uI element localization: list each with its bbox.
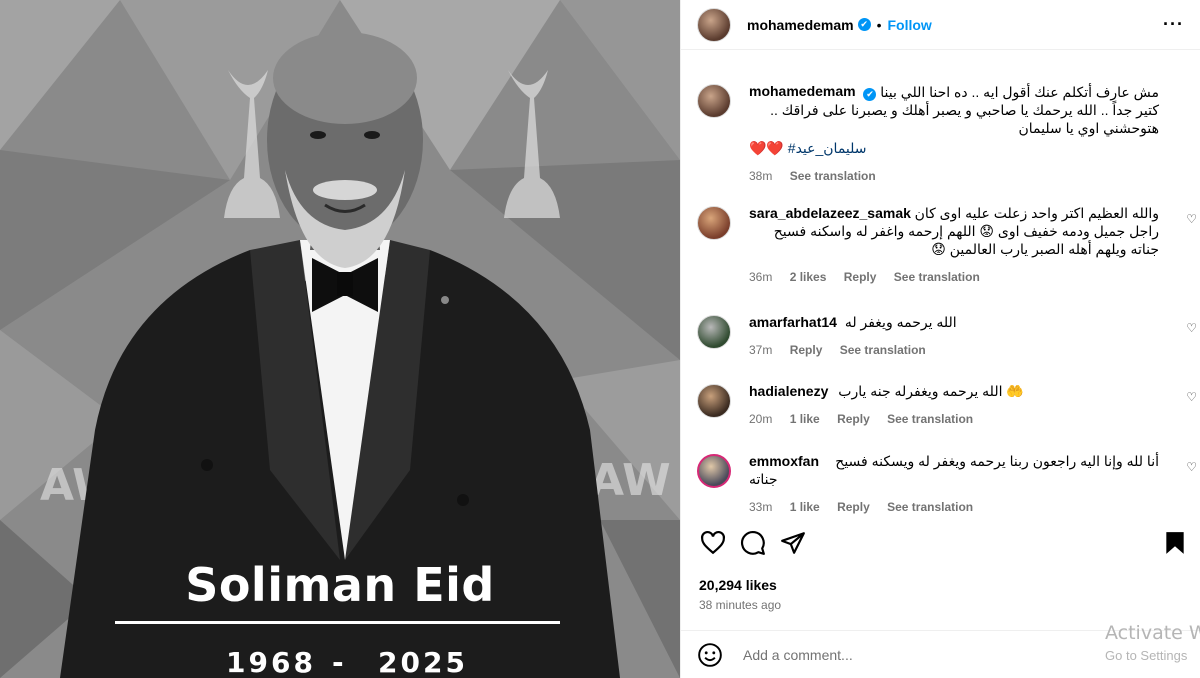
author-username[interactable]: mohamedemam xyxy=(747,17,854,33)
verified-badge-icon: ✔ xyxy=(857,18,871,31)
caption-line: كتير جداً .. الله يرحمك يا صاحبي و يصبر … xyxy=(770,102,1159,118)
like-comment-heart-icon[interactable]: ♡ xyxy=(1186,390,1197,404)
comment-item: amarfarhat14 الله يرحمه ويغفر له 37m Rep… xyxy=(697,313,1197,359)
commenter-avatar[interactable] xyxy=(697,384,731,418)
more-options-icon[interactable]: ··· xyxy=(1163,14,1184,35)
follow-button[interactable]: Follow xyxy=(888,17,932,33)
comment-meta: 36m 2 likes Reply See translation xyxy=(749,268,1159,286)
post-side-panel: mohamedemam ✔ • Follow ··· mohamedemam ✔… xyxy=(680,0,1200,678)
comment-time[interactable]: 36m xyxy=(749,270,772,284)
comment-time[interactable]: 37m xyxy=(749,343,772,357)
red-hearts: ❤️❤️ xyxy=(749,140,784,156)
see-translation-link[interactable]: See translation xyxy=(887,412,973,426)
see-translation-link[interactable]: See translation xyxy=(894,270,980,284)
activate-windows-subtext: Go to Settings xyxy=(1105,648,1188,663)
emoji-icon[interactable] xyxy=(697,642,723,668)
post-photo[interactable]: AW AW Soliman Eid 1968 - 2025 xyxy=(0,0,680,678)
commenter-avatar[interactable] xyxy=(697,206,731,240)
see-translation-link[interactable]: See translation xyxy=(790,169,876,183)
activate-windows-watermark: Activate W xyxy=(1105,622,1200,644)
commenter-avatar[interactable] xyxy=(697,315,731,349)
heart-icon[interactable] xyxy=(700,530,726,556)
memorial-name: Soliman Eid xyxy=(185,558,495,612)
memorial-divider xyxy=(115,621,560,624)
comment-line: جناته ويلهم أهله الصبر يارب العالمين 😟 xyxy=(931,241,1159,257)
commenter-username[interactable]: sara_abdelazeez_samak xyxy=(749,205,911,221)
comment-line: راجل جميل ودمه خفيف اوى 😟 اللهم إرحمه وا… xyxy=(773,223,1159,239)
comments-list[interactable]: mohamedemam ✔ مش عارف أتكلم عنك أقول ايه… xyxy=(681,50,1200,520)
comment-time[interactable]: 33m xyxy=(749,500,772,514)
birth-year: 1968 xyxy=(226,646,316,678)
verified-badge-icon: ✔ xyxy=(863,88,877,101)
comment-time[interactable]: 20m xyxy=(749,412,772,426)
add-comment-input[interactable]: Add a comment... xyxy=(743,647,853,663)
years-dash: - xyxy=(332,646,347,678)
comment-meta: 37m Reply See translation xyxy=(749,341,1159,359)
reply-button[interactable]: Reply xyxy=(844,270,877,284)
comment-meta: 20m 1 like Reply See translation xyxy=(749,410,1159,428)
reply-button[interactable]: Reply xyxy=(837,412,870,426)
see-translation-link[interactable]: See translation xyxy=(840,343,926,357)
commenter-avatar[interactable] xyxy=(697,454,731,488)
comment-line: جناته xyxy=(749,471,778,487)
comment-item: sara_abdelazeez_samak والله العظيم اكتر … xyxy=(697,204,1197,286)
caption: mohamedemam ✔ مش عارف أتكلم عنك أقول ايه… xyxy=(697,82,1197,185)
commenter-username[interactable]: emmoxfan xyxy=(749,453,819,469)
comment-text: الله يرحمه ويغفر له xyxy=(844,314,957,330)
caption-username[interactable]: mohamedemam xyxy=(749,83,856,99)
hashtag-link[interactable]: #سليمان_عيد xyxy=(788,140,867,156)
comment-meta: 33m 1 like Reply See translation xyxy=(749,498,1159,516)
comment-likes[interactable]: 2 likes xyxy=(790,270,827,284)
comment-likes[interactable]: 1 like xyxy=(790,500,820,514)
reply-button[interactable]: Reply xyxy=(837,500,870,514)
memorial-years: 1968 - 2025 xyxy=(0,644,680,678)
post-actions xyxy=(697,530,1187,560)
author-avatar[interactable] xyxy=(697,7,731,42)
comment-item: emmoxfan أنا لله وإنا اليه راجعون ربنا ي… xyxy=(697,452,1197,516)
like-comment-heart-icon[interactable]: ♡ xyxy=(1186,460,1197,474)
comment-item: hadialenezy 🤲 الله يرحمه ويغفرله جنه يار… xyxy=(697,382,1197,428)
post-header: mohamedemam ✔ • Follow ··· xyxy=(681,0,1200,50)
like-comment-heart-icon[interactable]: ♡ xyxy=(1186,212,1197,226)
svg-text:AW: AW xyxy=(590,455,671,506)
commenter-username[interactable]: amarfarhat14 xyxy=(749,314,837,330)
caption-time[interactable]: 38m xyxy=(749,169,772,183)
death-year: 2025 xyxy=(378,646,468,678)
post-time[interactable]: 38 minutes ago xyxy=(699,598,781,612)
reply-button[interactable]: Reply xyxy=(790,343,823,357)
caption-tags: ❤️❤️ #سليمان_عيد xyxy=(749,139,1159,157)
caption-line: هتوحشني اوي يا سليمان xyxy=(1018,120,1159,136)
share-icon[interactable] xyxy=(780,530,806,556)
caption-avatar[interactable] xyxy=(697,84,731,118)
header-separator: • xyxy=(876,16,882,33)
caption-meta: 38m See translation xyxy=(749,167,1159,185)
commenter-username[interactable]: hadialenezy xyxy=(749,383,828,399)
comment-text: 🤲 الله يرحمه ويغفرله جنه يارب xyxy=(838,383,1024,399)
see-translation-link[interactable]: See translation xyxy=(887,500,973,514)
likes-count[interactable]: 20,294 likes xyxy=(699,577,777,593)
like-comment-heart-icon[interactable]: ♡ xyxy=(1186,321,1197,335)
comment-likes[interactable]: 1 like xyxy=(790,412,820,426)
bookmark-icon[interactable] xyxy=(1162,530,1188,556)
comment-icon[interactable] xyxy=(740,530,766,556)
